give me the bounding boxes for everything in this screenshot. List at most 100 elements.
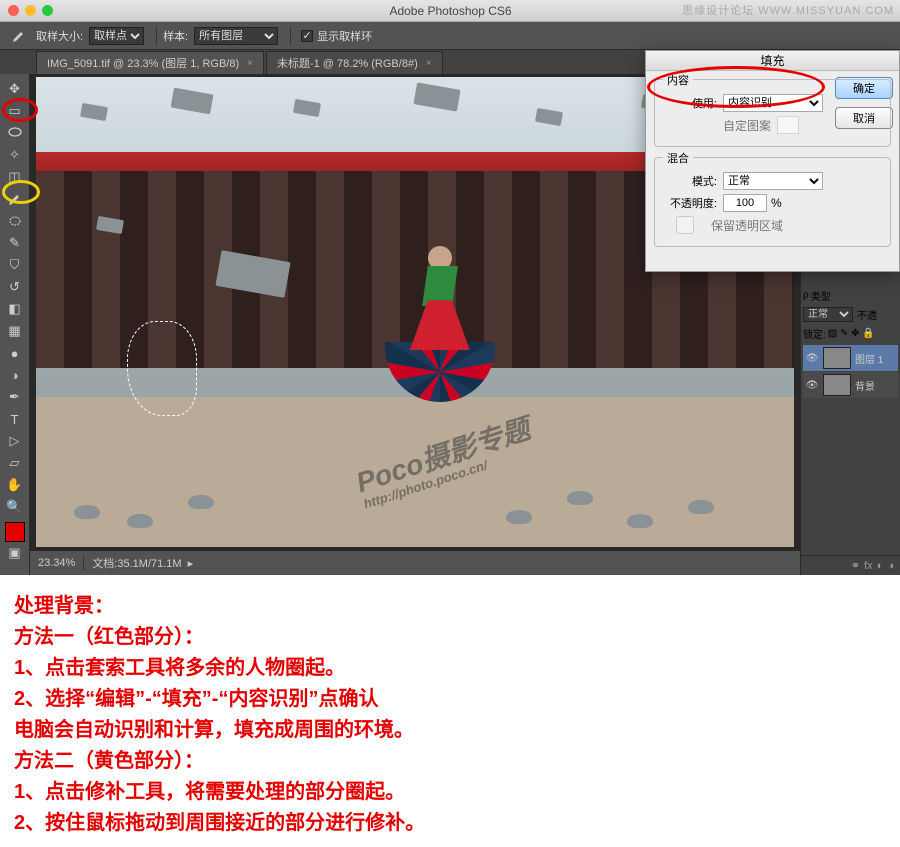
close-tab-icon[interactable]: × — [426, 58, 432, 69]
preserve-label: 保留透明区域 — [711, 217, 783, 234]
photo-pigeon — [627, 514, 653, 528]
layer-thumbnail[interactable] — [823, 347, 851, 369]
dodge-tool[interactable]: ◑ — [4, 365, 26, 385]
pen-tool[interactable]: ✒ — [4, 387, 26, 407]
photo-pigeon — [567, 491, 593, 505]
custom-pattern-label: 自定图案 — [723, 117, 771, 134]
instruction-line: 方法二（黄色部分）： — [14, 746, 886, 777]
fx-icon[interactable]: fx — [864, 560, 873, 572]
photo-pigeon — [535, 108, 563, 126]
options-bar: 取样大小: 取样点 样本: 所有图层 ✓ 显示取样环 — [0, 22, 900, 50]
separator — [156, 27, 157, 45]
status-bar: 23.34% 文档:35.1M/71.1M ▸ — [30, 551, 800, 575]
tab-label: IMG_5091.tif @ 23.3% (图层 1, RGB/8) — [47, 55, 239, 71]
sample-size-select[interactable]: 取样点 — [89, 27, 144, 45]
photoshop-window: Adobe Photoshop CS6 思缘设计论坛 WWW.MISSYUAN.… — [0, 0, 900, 575]
mode-select[interactable]: 正常 — [723, 172, 823, 190]
watermark-top-right: 思缘设计论坛 WWW.MISSYUAN.COM — [682, 2, 894, 18]
eyedropper-tool[interactable] — [4, 189, 26, 209]
fill-dialog: 填充 确定 取消 内容 使用: 内容识别 自定图案 混合 — [645, 50, 900, 272]
show-ring-checkbox[interactable]: ✓ — [301, 30, 313, 42]
pattern-picker — [777, 116, 799, 134]
tools-panel: ✥ ▭ ✧ ◫ ✎ ⛉ ↺ ◧ ▦ ● ◑ ✒ T ▷ ▱ ✋ 🔍 ▣ — [0, 74, 30, 575]
move-tool[interactable]: ✥ — [4, 79, 26, 99]
blend-fieldset: 混合 模式: 正常 不透明度: % 保留透明区域 — [654, 157, 891, 247]
crop-tool[interactable]: ◫ — [4, 167, 26, 187]
photo-pigeon — [188, 495, 214, 509]
instruction-line: 方法一（红色部分）： — [14, 622, 886, 653]
photo-subject — [400, 246, 480, 446]
lasso-selection[interactable] — [127, 321, 197, 416]
doc-size: 文档:35.1M/71.1M — [92, 555, 181, 571]
dialog-title: 填充 — [646, 51, 899, 71]
adjust-icon[interactable]: ◑ — [887, 560, 894, 572]
content-fieldset: 内容 使用: 内容识别 自定图案 — [654, 79, 891, 147]
instruction-line: 2、选择“编辑”-“填充”-“内容识别”点确认 — [14, 684, 886, 715]
layer-row-1[interactable]: 👁 图层 1 — [803, 345, 898, 371]
link-icon[interactable]: ⚭ — [851, 559, 860, 572]
photo-pigeon — [688, 500, 714, 514]
visibility-icon[interactable]: 👁 — [805, 353, 819, 364]
magic-wand-tool[interactable]: ✧ — [4, 145, 26, 165]
zoom-level[interactable]: 23.34% — [38, 557, 75, 569]
visibility-icon[interactable]: 👁 — [805, 380, 819, 391]
layers-filter-row: ρ 类型 — [801, 286, 900, 305]
sample-layers-select[interactable]: 所有图层 — [194, 27, 278, 45]
document-tab-2[interactable]: 未标题-1 @ 78.2% (RGB/8#) × — [266, 51, 443, 74]
mode-label: 模式: — [663, 173, 717, 189]
close-tab-icon[interactable]: × — [247, 58, 253, 69]
opacity-label: 不透明度: — [663, 195, 717, 211]
blend-legend: 混合 — [663, 150, 693, 166]
layer-thumbnail[interactable] — [823, 374, 851, 396]
instruction-line: 1、点击修补工具，将需要处理的部分圈起。 — [14, 777, 886, 808]
marquee-tool[interactable]: ▭ — [4, 101, 26, 121]
layer-name[interactable]: 背景 — [855, 378, 875, 393]
tab-label: 未标题-1 @ 78.2% (RGB/8#) — [277, 55, 418, 71]
screen-mode-icon[interactable]: ▣ — [4, 543, 26, 563]
percent-label: % — [771, 196, 782, 210]
zoom-tool[interactable]: 🔍 — [4, 497, 26, 517]
content-legend: 内容 — [663, 72, 693, 88]
eyedropper-indicator-icon — [8, 26, 30, 46]
eraser-tool[interactable]: ◧ — [4, 299, 26, 319]
photo-pigeon — [506, 510, 532, 524]
layers-list: 👁 图层 1 👁 背景 — [801, 343, 900, 401]
photo-pigeon — [293, 98, 321, 116]
photo-pigeon — [80, 103, 108, 121]
instructions-text: 处理背景： 方法一（红色部分）： 1、点击套索工具将多余的人物圈起。 2、选择“… — [0, 575, 900, 847]
photo-pigeon — [127, 514, 153, 528]
foreground-color[interactable] — [5, 522, 25, 542]
preserve-transparency-checkbox — [663, 216, 707, 234]
type-tool[interactable]: T — [4, 409, 26, 429]
gradient-tool[interactable]: ▦ — [4, 321, 26, 341]
use-select[interactable]: 内容识别 — [723, 94, 823, 112]
patch-tool[interactable] — [4, 211, 26, 231]
photo-pigeon — [74, 505, 100, 519]
use-label: 使用: — [663, 95, 717, 111]
instruction-line: 电脑会自动识别和计算，填充成周围的环境。 — [14, 715, 886, 746]
show-ring-label: 显示取样环 — [317, 28, 372, 44]
layers-lock-row: 锁定: ▨ ✎ ✥ 🔒 — [801, 324, 900, 343]
photo-pigeon — [171, 88, 214, 115]
layer-row-bg[interactable]: 👁 背景 — [803, 372, 898, 398]
opacity-label: 不透 — [857, 307, 877, 322]
filter-kind-label: 类型 — [811, 288, 831, 303]
hand-tool[interactable]: ✋ — [4, 475, 26, 495]
lasso-tool[interactable] — [4, 123, 26, 143]
layers-footer: ⚭ fx ◐ ◑ — [801, 555, 900, 575]
mask-icon[interactable]: ◐ — [877, 560, 884, 572]
brush-tool[interactable]: ✎ — [4, 233, 26, 253]
stamp-tool[interactable]: ⛉ — [4, 255, 26, 275]
shape-tool[interactable]: ▱ — [4, 453, 26, 473]
chevron-right-icon[interactable]: ▸ — [188, 557, 194, 570]
instruction-line: 1、点击套索工具将多余的人物圈起。 — [14, 653, 886, 684]
photo-pigeon — [413, 83, 460, 112]
document-tab-1[interactable]: IMG_5091.tif @ 23.3% (图层 1, RGB/8) × — [36, 51, 264, 74]
blur-tool[interactable]: ● — [4, 343, 26, 363]
sample-label: 样本: — [163, 28, 188, 44]
path-select-tool[interactable]: ▷ — [4, 431, 26, 451]
layer-name[interactable]: 图层 1 — [855, 351, 883, 366]
blend-mode-select[interactable]: 正常 — [803, 307, 853, 322]
history-brush-tool[interactable]: ↺ — [4, 277, 26, 297]
opacity-input[interactable] — [723, 194, 767, 212]
